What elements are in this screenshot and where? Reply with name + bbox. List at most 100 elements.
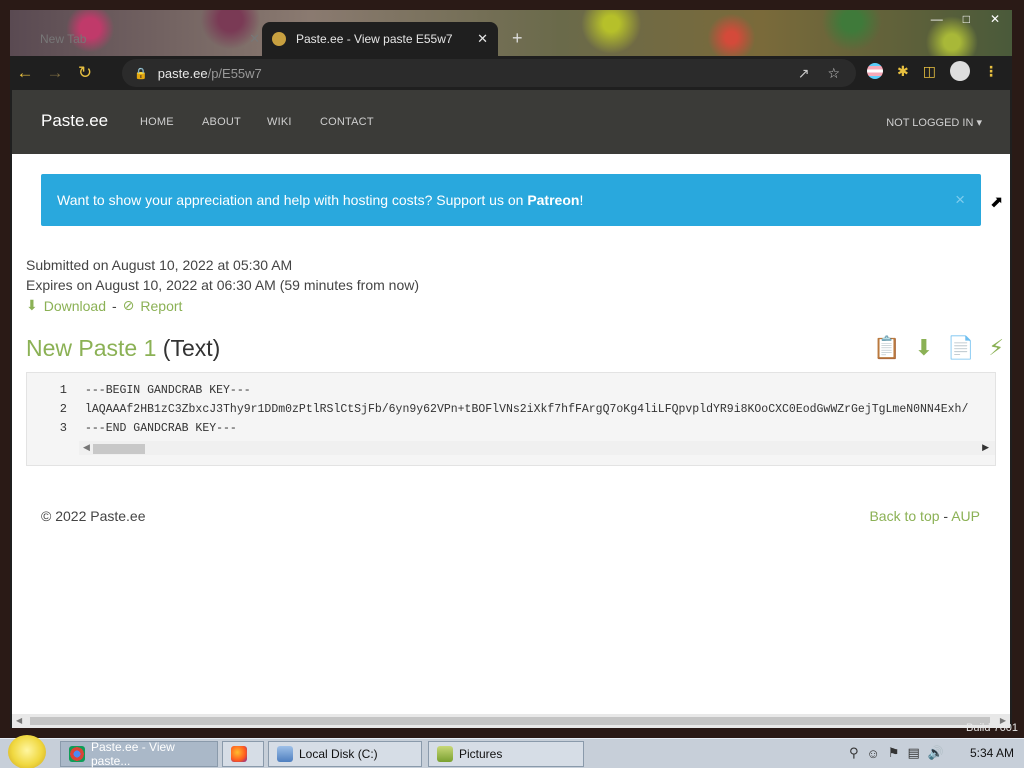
browser-window: New Tab ✕ Paste.ee - View paste E55w7 ✕ …	[10, 10, 1012, 728]
mouse-cursor-icon: ⬈	[990, 194, 1004, 211]
submitted-date: Submitted on August 10, 2022 at 05:30 AM	[26, 257, 293, 273]
pride-flag-extension-icon[interactable]	[867, 63, 884, 79]
paste-actions: ⬇ Download - ⊘ Report	[26, 297, 182, 314]
search-icon[interactable]: ⚲	[849, 745, 859, 761]
back-to-top-link[interactable]: Back to top	[869, 508, 939, 524]
line-text: lAQAAAf2HB1zC3ZbxcJ3Thy9r1DDm0zPtlRSlCtS…	[85, 403, 969, 416]
line-text: ---BEGIN GANDCRAB KEY---	[85, 384, 251, 397]
back-icon[interactable]: ←	[10, 63, 40, 83]
report-icon[interactable]: ⊘	[123, 297, 135, 314]
nav-wiki[interactable]: WIKI	[267, 116, 292, 128]
tab-new-tab[interactable]: New Tab ✕	[30, 22, 270, 56]
url-path: /p/E55w7	[207, 65, 262, 81]
alert-suffix: !	[579, 192, 584, 208]
smiley-icon[interactable]: ☺	[867, 746, 880, 761]
tab-strip: New Tab ✕ Paste.ee - View paste E55w7 ✕ …	[10, 10, 1012, 56]
copy-icon[interactable]: 📋	[873, 335, 900, 361]
url-host: paste.ee	[157, 65, 208, 81]
alert-message: Want to show your appreciation and help …	[57, 192, 528, 208]
windows-build-text: Build 7601	[966, 722, 1018, 734]
close-window-icon[interactable]: ✕	[990, 12, 1000, 26]
reload-icon[interactable]: ↻	[70, 63, 100, 83]
firefox-icon	[231, 746, 247, 762]
tab-title: New Tab	[40, 32, 87, 46]
taskbar-item-label: Local Disk (C:)	[299, 747, 378, 761]
embed-plug-icon[interactable]: ⚡	[989, 335, 1004, 361]
download-icon[interactable]: ⬇	[26, 297, 38, 314]
action-separator: -	[112, 297, 117, 314]
code-line: 3 ---END GANDCRAB KEY---	[27, 421, 995, 440]
paste-title: New Paste 1 (Text)	[26, 335, 220, 362]
download-paste-icon[interactable]: ⬇	[915, 335, 933, 361]
page-content: Paste.ee HOME ABOUT WIKI CONTACT NOT LOG…	[12, 90, 1010, 714]
start-button[interactable]	[8, 735, 46, 768]
code-line: 1 ---BEGIN GANDCRAB KEY---	[27, 383, 995, 402]
scroll-right-icon[interactable]: ▶	[982, 442, 989, 453]
page-scroll-thumb[interactable]	[30, 717, 990, 725]
scroll-thumb[interactable]	[93, 444, 145, 454]
address-bar[interactable]: 🔒 paste.ee/p/E55w7 ↗ ☆	[122, 59, 856, 87]
download-link[interactable]: Download	[44, 298, 106, 314]
network-icon[interactable]: ▤	[907, 745, 919, 761]
alert-text: Want to show your appreciation and help …	[57, 192, 583, 208]
puzzle-extensions-icon[interactable]: ✱	[897, 63, 909, 80]
paste-type: (Text)	[162, 335, 221, 361]
new-tab-button[interactable]: +	[512, 28, 523, 49]
scroll-left-icon[interactable]: ◀	[16, 716, 22, 725]
line-text: ---END GANDCRAB KEY---	[85, 422, 237, 435]
minimize-icon[interactable]: —	[931, 12, 943, 26]
nav-about[interactable]: ABOUT	[202, 116, 241, 128]
side-panel-icon[interactable]: ◫	[923, 63, 936, 80]
patreon-alert: Want to show your appreciation and help …	[41, 174, 981, 226]
account-dropdown[interactable]: NOT LOGGED IN ▾	[886, 116, 982, 129]
page-horizontal-scrollbar[interactable]: ◀ ▶	[12, 714, 1010, 728]
scroll-left-icon[interactable]: ◀	[83, 442, 90, 453]
clock[interactable]: 5:34 AM	[970, 746, 1014, 760]
line-number: 2	[59, 402, 67, 416]
code-horizontal-scrollbar[interactable]: ◀ ▶	[79, 441, 995, 455]
extensions-area: ✱ ◫ ⋮	[867, 61, 998, 81]
paste-toolbar: 📋 ⬇ 📄 ⚡	[873, 335, 1004, 361]
footer-links: Back to top - AUP	[869, 508, 980, 524]
tab-paste[interactable]: Paste.ee - View paste E55w7 ✕	[262, 22, 498, 56]
site-brand[interactable]: Paste.ee	[41, 111, 108, 131]
url-text: paste.ee/p/E55w7	[158, 66, 262, 81]
browser-toolbar: ← → ↻ 🔒 paste.ee/p/E55w7 ↗ ☆ ✱ ◫ ⋮	[10, 56, 1012, 90]
footer-separator: -	[943, 508, 949, 524]
aup-link[interactable]: AUP	[951, 508, 980, 524]
maximize-icon[interactable]: □	[963, 12, 970, 26]
action-center-flag-icon[interactable]: ⚑	[888, 745, 900, 761]
taskbar-item-firefox[interactable]	[222, 741, 264, 767]
tab-close-icon[interactable]: ✕	[477, 31, 488, 47]
share-icon[interactable]: ↗	[798, 65, 810, 82]
window-controls: — □ ✕	[931, 12, 1000, 26]
system-tray: ⚲ ☺ ⚑ ▤ 🔊 5:34 AM	[849, 745, 1014, 761]
taskbar: Paste.ee - View paste... Local Disk (C:)…	[0, 735, 1024, 768]
code-block: 1 ---BEGIN GANDCRAB KEY--- 2 lAQAAAf2HB1zC…	[26, 372, 996, 466]
taskbar-item-label: Pictures	[459, 747, 503, 761]
bookmark-star-icon[interactable]: ☆	[827, 65, 840, 82]
code-line: 2 lAQAAAf2HB1zC3ZbxcJ3Thy9r1DDm0zPtlRSlCt…	[27, 402, 995, 421]
volume-icon[interactable]: 🔊	[928, 745, 944, 761]
raw-document-icon[interactable]: 📄	[947, 335, 974, 361]
line-number: 1	[59, 383, 67, 397]
chrome-icon	[69, 746, 85, 762]
profile-avatar[interactable]	[950, 61, 970, 81]
nav-contact[interactable]: CONTACT	[320, 116, 374, 128]
menu-kebab-icon[interactable]: ⋮	[984, 63, 998, 80]
taskbar-item-local-disk[interactable]: Local Disk (C:)	[268, 741, 422, 767]
report-link[interactable]: Report	[140, 298, 182, 314]
alert-close-button[interactable]: ×	[955, 190, 965, 210]
taskbar-item-pictures[interactable]: Pictures	[428, 741, 584, 767]
taskbar-item-chrome[interactable]: Paste.ee - View paste...	[60, 740, 218, 768]
forward-icon[interactable]: →	[40, 63, 70, 83]
site-navbar: Paste.ee HOME ABOUT WIKI CONTACT NOT LOG…	[12, 90, 1010, 154]
tab-close-icon[interactable]: ✕	[249, 31, 260, 47]
tab-title: Paste.ee - View paste E55w7	[296, 32, 453, 46]
line-number: 3	[59, 421, 67, 435]
patreon-link[interactable]: Patreon	[527, 192, 579, 208]
paste-name: New Paste 1	[26, 335, 157, 361]
nav-home[interactable]: HOME	[140, 116, 174, 128]
favicon-icon	[272, 32, 286, 46]
lock-icon: 🔒	[134, 67, 148, 80]
